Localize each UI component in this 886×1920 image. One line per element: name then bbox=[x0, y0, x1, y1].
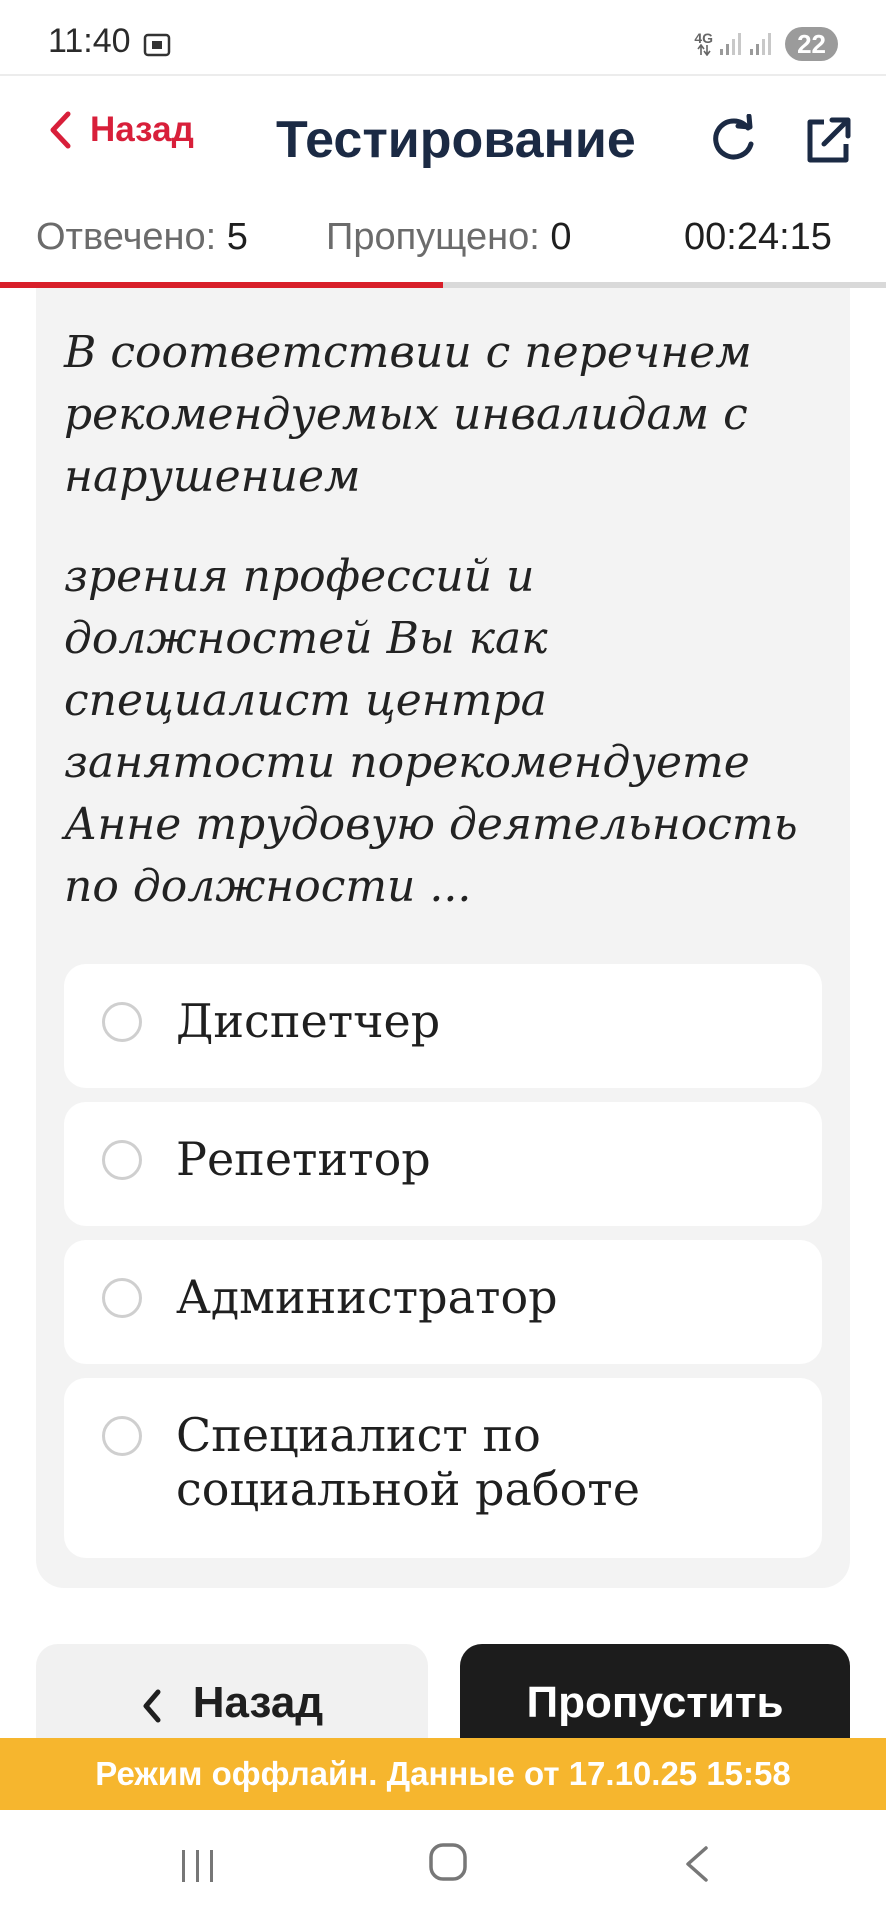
radio-button[interactable] bbox=[102, 1140, 142, 1180]
answer-option-label: Диспетчер bbox=[176, 994, 441, 1048]
radio-button[interactable] bbox=[102, 1278, 142, 1318]
header-divider bbox=[0, 74, 886, 76]
status-indicators: 4G 22 bbox=[694, 24, 838, 64]
radio-button[interactable] bbox=[102, 1416, 142, 1456]
answer-option-label: Репетитор bbox=[176, 1132, 431, 1186]
open-external-icon[interactable] bbox=[802, 114, 854, 166]
answered-label: Отвечено: bbox=[36, 216, 217, 258]
answer-option[interactable]: Администратор bbox=[64, 1240, 822, 1364]
chevron-left-icon bbox=[143, 1689, 161, 1723]
question-text-part-1: В соответствии с перечнем рекомендуемых … bbox=[64, 327, 752, 502]
answer-option-label: Администратор bbox=[176, 1270, 558, 1324]
data-arrows-icon bbox=[697, 44, 711, 56]
skipped-value: 0 bbox=[550, 216, 572, 258]
refresh-icon[interactable] bbox=[708, 114, 760, 166]
status-time: 11:40 bbox=[48, 22, 131, 60]
skipped-stat: Пропущено: 0 bbox=[326, 216, 572, 259]
question-text-part-2: зрения профессий и должностей Вы как спе… bbox=[64, 551, 798, 912]
home-icon[interactable] bbox=[428, 1842, 468, 1882]
answer-option[interactable]: Репетитор bbox=[64, 1102, 822, 1226]
recents-icon[interactable] bbox=[178, 1848, 218, 1884]
offline-text: Режим оффлайн. Данные от 17.10.25 15:58 bbox=[95, 1755, 791, 1792]
network-indicator: 4G bbox=[694, 30, 714, 56]
skipped-label: Пропущено: bbox=[326, 216, 540, 258]
battery-badge: 22 bbox=[785, 27, 838, 61]
radio-button[interactable] bbox=[102, 1002, 142, 1042]
header-back-link[interactable]: Назад bbox=[48, 110, 194, 150]
back-button-label: Назад bbox=[192, 1678, 324, 1727]
skip-button-label: Пропустить bbox=[526, 1678, 784, 1727]
page-title: Тестирование bbox=[276, 111, 636, 169]
back-nav-icon[interactable] bbox=[678, 1844, 714, 1884]
answered-stat: Отвечено: 5 bbox=[36, 216, 248, 259]
answer-option[interactable]: Диспетчер bbox=[64, 964, 822, 1088]
screenshot-icon bbox=[143, 33, 171, 57]
header-back-label: Назад bbox=[90, 110, 194, 149]
chevron-left-icon bbox=[50, 111, 71, 149]
answer-option[interactable]: Специалист по социальной работе bbox=[64, 1378, 822, 1558]
offline-banner: Режим оффлайн. Данные от 17.10.25 15:58 bbox=[0, 1738, 886, 1810]
timer: 00:24:15 bbox=[684, 216, 832, 258]
answered-value: 5 bbox=[226, 216, 248, 258]
network-label: 4G bbox=[694, 30, 714, 46]
answer-option-label: Специалист по социальной работе bbox=[176, 1408, 640, 1516]
signal-icon bbox=[720, 33, 742, 55]
signal-icon bbox=[750, 33, 772, 55]
